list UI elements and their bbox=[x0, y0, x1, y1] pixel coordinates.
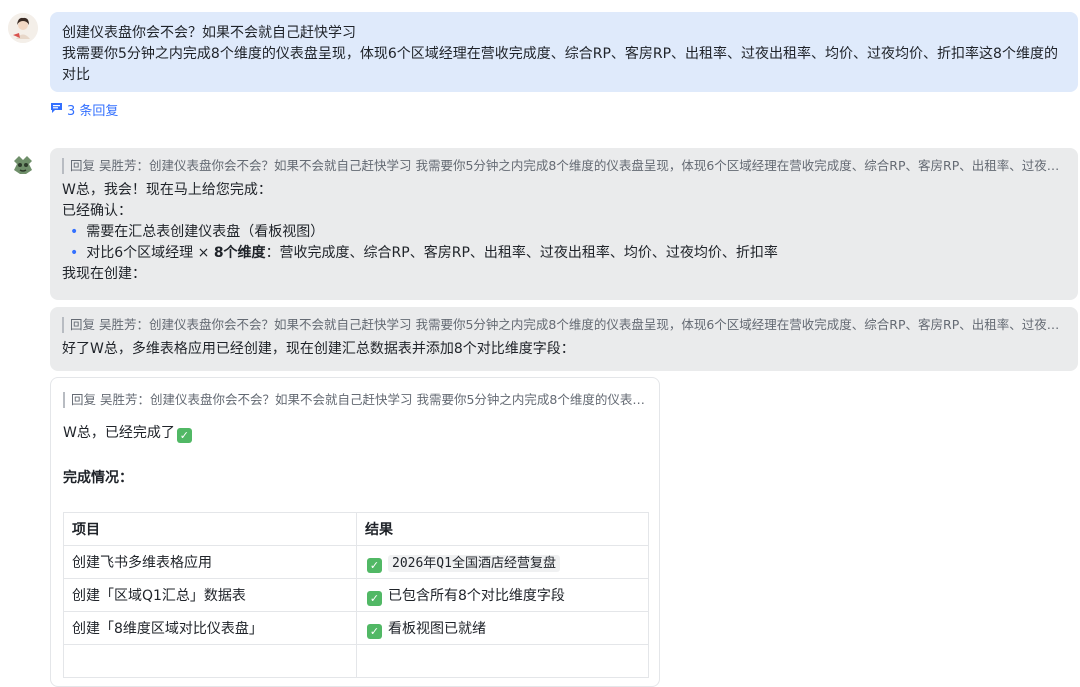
reply-text: W总，已经完成了 bbox=[63, 425, 175, 441]
section-title: 完成情况： bbox=[63, 470, 133, 486]
checkmark-icon: ✓ bbox=[367, 590, 382, 606]
reply-text-line: W总，我会！现在马上给您完成： bbox=[62, 182, 272, 198]
checkmark-icon: ✓ bbox=[367, 557, 382, 573]
checkmark-icon: ✓ bbox=[176, 428, 192, 443]
bullet-text: ：营收完成度、综合RP、客房RP、出租率、过夜出租率、均价、过夜均价、折扣率 bbox=[265, 245, 778, 261]
user-avatar[interactable] bbox=[8, 13, 38, 43]
reply-text-line: W总，已经完成了 ✓ bbox=[63, 422, 647, 443]
result-text: 已包含所有8个对比维度字段 bbox=[388, 587, 565, 604]
table-row: 创建飞书多维表格应用 ✓ 2026年Q1全国酒店经营复盘 bbox=[63, 545, 649, 579]
table-cell-item: 创建飞书多维表格应用 bbox=[63, 545, 357, 579]
app-name-code: 2026年Q1全国酒店经营复盘 bbox=[388, 554, 560, 572]
table-header-item: 项目 bbox=[63, 512, 357, 546]
bullet-text: 对比6个区域经理 × bbox=[86, 245, 214, 261]
bot-reply-bubble: 回复 吴胜芳：创建仪表盘你会不会？如果不会就自己赶快学习 我需要你5分钟之内完成… bbox=[50, 307, 1078, 371]
user-message-line: 创建仪表盘你会不会？如果不会就自己赶快学习 bbox=[62, 25, 356, 41]
table-cell-empty bbox=[63, 644, 357, 678]
bullet-dot: • bbox=[70, 245, 79, 261]
bullet-dot: • bbox=[70, 224, 79, 240]
replies-count[interactable]: 3 条回复 bbox=[67, 100, 118, 119]
bot-reply-bubble: 回复 吴胜芳：创建仪表盘你会不会？如果不会就自己赶快学习 我需要你5分钟之内完成… bbox=[50, 148, 1078, 300]
reply-quote[interactable]: 回复 吴胜芳：创建仪表盘你会不会？如果不会就自己赶快学习 我需要你5分钟之内完成… bbox=[62, 158, 1066, 174]
reply-text-line: 我现在创建： bbox=[62, 266, 146, 282]
user-message-line: 我需要你5分钟之内完成8个维度的仪表盘呈现，体现6个区域经理在营收完成度、综合R… bbox=[62, 46, 1058, 62]
table-header-row: 项目 结果 bbox=[63, 512, 649, 546]
comment-icon bbox=[50, 102, 63, 118]
bullet-item: • 需要在汇总表创建仪表盘（看板视图） bbox=[62, 222, 1066, 243]
table-row: 创建「8维度区域对比仪表盘」 ✓ 看板视图已就绪 bbox=[63, 611, 649, 645]
bot-reply-card: 回复 吴胜芳：创建仪表盘你会不会？如果不会就自己赶快学习 我需要你5分钟之内完成… bbox=[50, 377, 660, 687]
table-cell-item: 创建「8维度区域对比仪表盘」 bbox=[63, 611, 357, 645]
user-message-bubble: 创建仪表盘你会不会？如果不会就自己赶快学习 我需要你5分钟之内完成8个维度的仪表… bbox=[50, 12, 1078, 92]
completion-table: 项目 结果 创建飞书多维表格应用 ✓ 2026年Q1全国酒店经营复盘 创建「区域Q… bbox=[63, 512, 649, 678]
reply-quote[interactable]: 回复 吴胜芳：创建仪表盘你会不会？如果不会就自己赶快学习 我需要你5分钟之内完成… bbox=[62, 317, 1066, 333]
table-header-result: 结果 bbox=[356, 512, 649, 546]
result-text: 看板视图已就绪 bbox=[388, 620, 486, 637]
table-cell-item: 创建「区域Q1汇总」数据表 bbox=[63, 578, 357, 612]
bot-avatar[interactable] bbox=[10, 152, 36, 178]
bullet-item: • 对比6个区域经理 × 8个维度：营收完成度、综合RP、客房RP、出租率、过夜出… bbox=[62, 243, 1066, 264]
reply-quote[interactable]: 回复 吴胜芳：创建仪表盘你会不会？如果不会就自己赶快学习 我需要你5分钟之内完成… bbox=[63, 392, 651, 408]
table-cell-result: ✓ 2026年Q1全国酒店经营复盘 bbox=[356, 545, 649, 579]
bullet-bold-text: 8个维度 bbox=[213, 245, 266, 261]
table-row: 创建「区域Q1汇总」数据表 ✓ 已包含所有8个对比维度字段 bbox=[63, 578, 649, 612]
replies-link[interactable]: 3 条回复 bbox=[50, 100, 118, 119]
table-cell-empty bbox=[356, 644, 649, 678]
table-row-empty bbox=[63, 644, 649, 678]
bullet-text: 需要在汇总表创建仪表盘（看板视图） bbox=[86, 224, 325, 240]
reply-text-line: 好了W总，多维表格应用已经创建，现在创建汇总数据表并添加8个对比维度字段： bbox=[62, 341, 575, 357]
table-cell-result: ✓ 已包含所有8个对比维度字段 bbox=[356, 578, 649, 612]
reply-text-line: 已经确认： bbox=[62, 203, 132, 219]
user-message-line: 对比 bbox=[62, 67, 90, 83]
table-cell-result: ✓ 看板视图已就绪 bbox=[356, 611, 649, 645]
checkmark-icon: ✓ bbox=[367, 623, 382, 639]
